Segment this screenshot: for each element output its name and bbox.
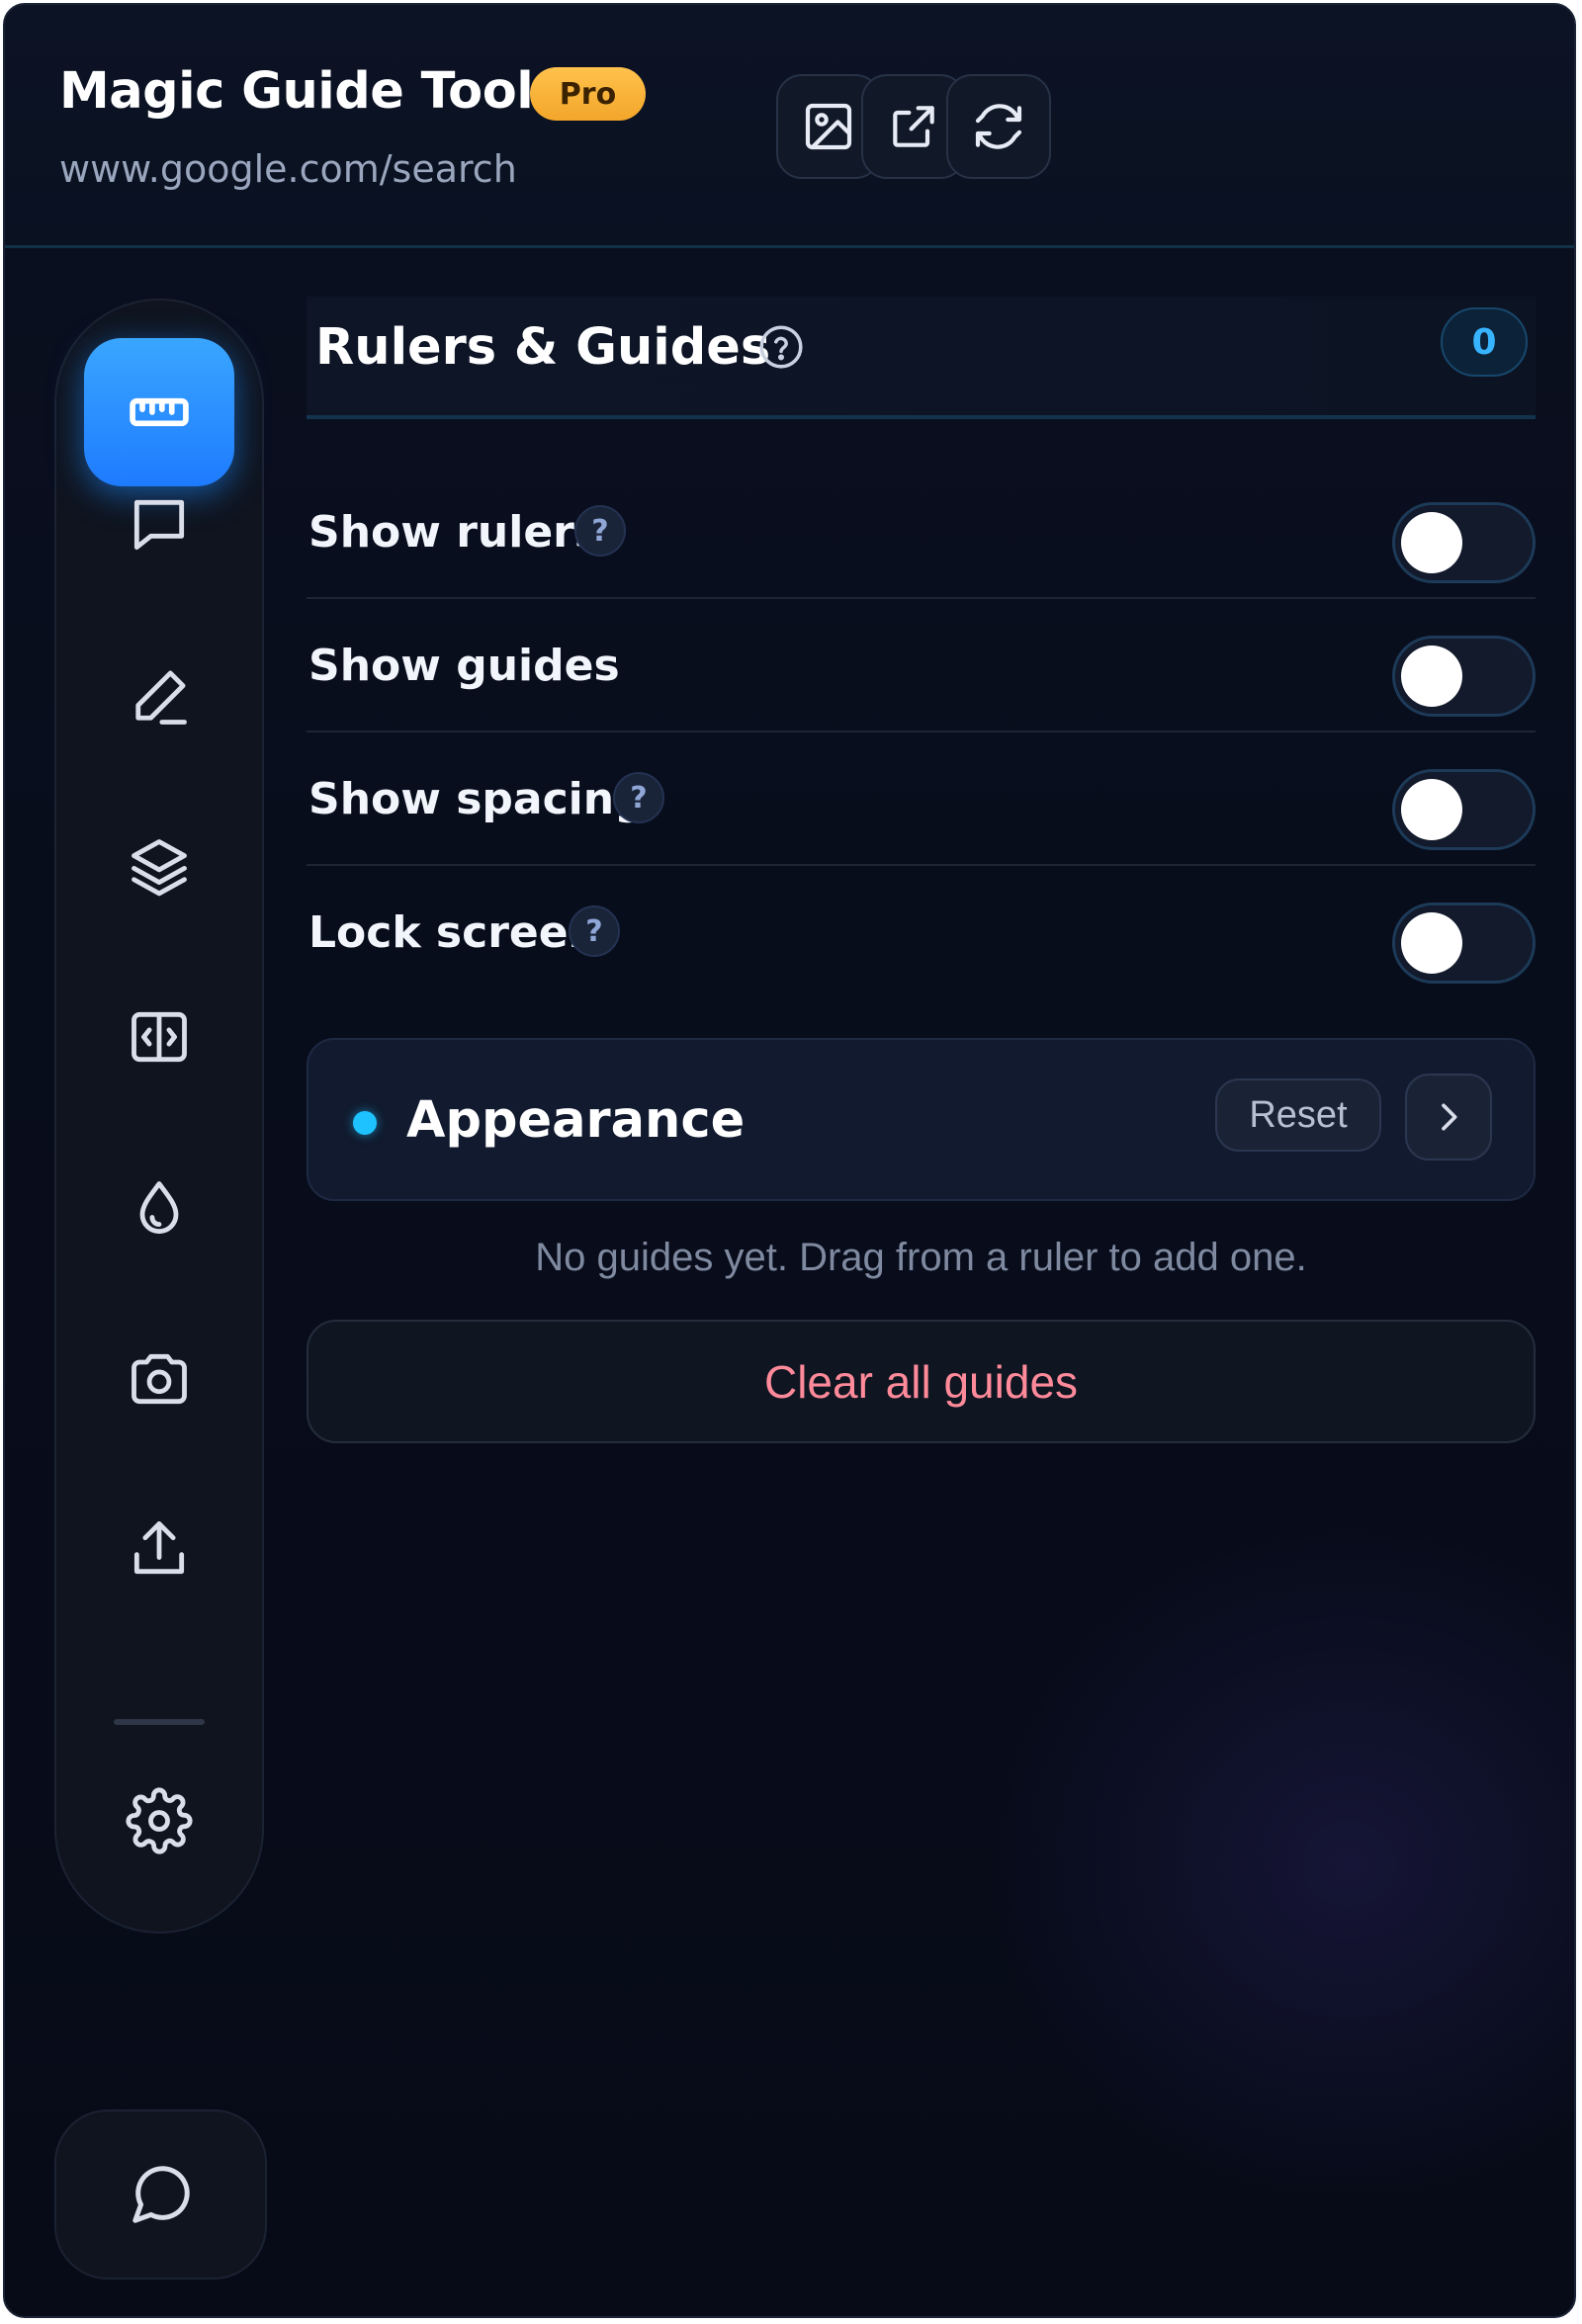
clear-all-guides-button[interactable]: Clear all guides [307,1320,1536,1443]
toggle-knob [1401,779,1462,840]
droplet-icon [139,1181,179,1235]
help-badge[interactable]: ? [613,772,664,823]
help-badge[interactable]: ? [574,505,626,557]
image-icon [805,103,852,150]
header: Magic Guide Tool Pro www.google.com/sear… [5,5,1574,248]
chat-bubble-icon [132,2166,190,2223]
camera-icon [132,1353,187,1405]
sidebar-item-settings[interactable] [84,1747,234,1895]
sidebar-item-draw[interactable] [84,623,234,771]
toggle-row-show-rulers: Show rulers ? [307,466,1536,599]
toggle-knob [1401,646,1462,707]
toggle-label: Lock screen [308,907,599,958]
guide-count-badge: 0 [1441,307,1528,377]
upload-icon [133,1521,185,1575]
ruler-icon [130,397,189,427]
show-rulers-toggle[interactable] [1392,502,1536,583]
toggle-label: Show spacing [308,774,646,824]
show-spacing-toggle[interactable] [1392,769,1536,850]
sidebar-item-comments[interactable] [84,451,234,599]
split-compare-icon [132,1011,187,1063]
appearance-section[interactable]: Appearance Reset [307,1038,1536,1201]
toggle-knob [1401,512,1462,573]
toggle-row-show-spacing: Show spacing ? [307,732,1536,866]
sidebar-item-export[interactable] [84,1475,234,1623]
help-badge[interactable]: ? [569,905,620,957]
lock-screen-toggle[interactable] [1392,903,1536,984]
show-guides-toggle[interactable] [1392,636,1536,717]
gear-icon [126,1787,193,1854]
comment-icon [133,499,185,551]
help-circle-icon[interactable] [756,322,806,372]
layers-icon [132,839,187,897]
empty-guides-message: No guides yet. Drag from a ruler to add … [535,1236,1307,1279]
toggle-label: Show guides [308,641,620,691]
chat-button[interactable] [54,2109,267,2280]
section-header: Rulers & Guides 0 [307,297,1536,419]
toggle-row-lock-screen: Lock screen ? [307,866,1536,999]
toggle-row-show-guides: Show guides [307,599,1536,732]
page-url: www.google.com/search [59,147,517,191]
sidebar-item-compare[interactable] [84,963,234,1111]
sidebar-item-layers[interactable] [84,793,234,941]
reset-button[interactable]: Reset [1215,1078,1381,1152]
sidebar-item-color[interactable] [84,1135,234,1283]
refresh-button[interactable] [946,74,1051,179]
section-title: Rulers & Guides [315,318,771,377]
external-link-icon [893,106,934,147]
extension-panel: Magic Guide Tool Pro www.google.com/sear… [3,3,1576,2318]
pro-badge: Pro [530,67,646,121]
sidebar-divider [114,1719,205,1725]
toggle-knob [1401,912,1462,974]
toggle-label: Show rulers [308,507,601,558]
appearance-label: Appearance [406,1091,746,1150]
expand-appearance-button[interactable] [1405,1074,1492,1161]
chevron-right-icon [1442,1103,1457,1131]
app-title: Magic Guide Tool [59,62,534,121]
pencil-icon [135,670,187,725]
sidebar [54,299,264,1934]
refresh-icon [975,104,1022,149]
status-dot [353,1111,377,1135]
sidebar-item-capture[interactable] [84,1305,234,1453]
